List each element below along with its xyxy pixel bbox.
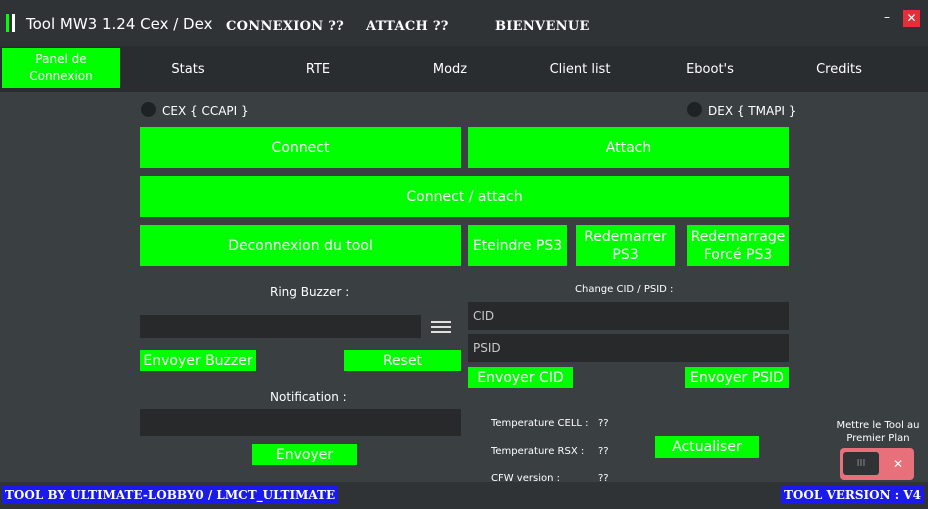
welcome-label: BIENVENUE: [495, 19, 590, 34]
notification-input[interactable]: [140, 409, 461, 436]
tab-panel-connexion[interactable]: Panel de Connexion: [2, 48, 120, 88]
title-bar: Tool MW3 1.24 Cex / Dex CONNEXION ?? ATT…: [0, 0, 928, 46]
author-badge: TOOL BY ULTIMATE-LOBBY0 / LMCT_ULTIMATE: [2, 486, 339, 504]
send-cid-button[interactable]: Envoyer CID: [468, 367, 573, 388]
send-psid-button[interactable]: Envoyer PSID: [685, 367, 789, 388]
psid-input[interactable]: PSID: [468, 334, 789, 362]
reset-button[interactable]: Reset: [344, 350, 461, 371]
cfw-version-value: ??: [598, 473, 609, 484]
force-restart-ps3-button[interactable]: Redemarrage Forcé PS3: [687, 225, 789, 266]
attach-status: ATTACH ??: [366, 19, 449, 34]
temp-rsx-label: Temperature RSX :: [491, 446, 585, 457]
send-notification-button[interactable]: Envoyer: [252, 444, 357, 465]
minimize-button[interactable]: –: [880, 10, 894, 26]
cid-placeholder: CID: [473, 309, 495, 323]
shutdown-ps3-button[interactable]: Eteindre PS3: [468, 225, 567, 266]
version-badge: TOOL VERSION : V4: [781, 486, 925, 504]
psid-placeholder: PSID: [473, 341, 501, 355]
disconnect-button[interactable]: Deconnexion du tool: [140, 225, 461, 266]
app-logo-icon: [6, 14, 16, 32]
dex-radio[interactable]: [687, 102, 702, 117]
temp-cell-value: ??: [598, 418, 609, 429]
app-title: Tool MW3 1.24 Cex / Dex: [26, 15, 213, 33]
ring-buzzer-label: Ring Buzzer :: [270, 285, 350, 299]
temp-rsx-value: ??: [598, 446, 609, 457]
connexion-status: CONNEXION ??: [226, 19, 345, 34]
cex-label: CEX { CCAPI }: [162, 104, 249, 118]
attach-button[interactable]: Attach: [468, 127, 789, 168]
connect-attach-button[interactable]: Connect / attach: [140, 176, 789, 217]
dex-label: DEX { TMAPI }: [708, 104, 797, 118]
topmost-toggle[interactable]: III ✕: [840, 448, 914, 480]
cfw-version-label: CFW version :: [491, 473, 560, 484]
change-cid-psid-label: Change CID / PSID :: [575, 284, 674, 295]
tab-bar: Panel de Connexion Stats RTE Modz Client…: [0, 46, 928, 92]
close-button[interactable]: ✕: [903, 10, 920, 27]
toggle-knob[interactable]: III: [843, 452, 879, 475]
topmost-label: Mettre le Tool au Premier Plan: [836, 420, 920, 444]
cex-radio[interactable]: [141, 102, 156, 117]
refresh-button[interactable]: Actualiser: [655, 436, 759, 458]
tab-stats[interactable]: Stats: [140, 46, 236, 92]
send-buzzer-button[interactable]: Envoyer Buzzer: [140, 350, 256, 371]
toggle-off-icon: ✕: [892, 457, 904, 471]
connect-button[interactable]: Connect: [140, 127, 461, 168]
tab-eboots[interactable]: Eboot's: [662, 46, 758, 92]
restart-ps3-button[interactable]: Redemarrer PS3: [576, 225, 675, 266]
tab-rte[interactable]: RTE: [270, 46, 366, 92]
buzzer-select[interactable]: [140, 315, 421, 338]
notification-label: Notification :: [270, 390, 347, 404]
menu-icon[interactable]: [421, 315, 461, 338]
tab-credits[interactable]: Credits: [791, 46, 887, 92]
tab-modz[interactable]: Modz: [402, 46, 498, 92]
tab-client-list[interactable]: Client list: [532, 46, 628, 92]
cid-input[interactable]: CID: [468, 302, 789, 330]
temp-cell-label: Temperature CELL :: [491, 418, 589, 429]
